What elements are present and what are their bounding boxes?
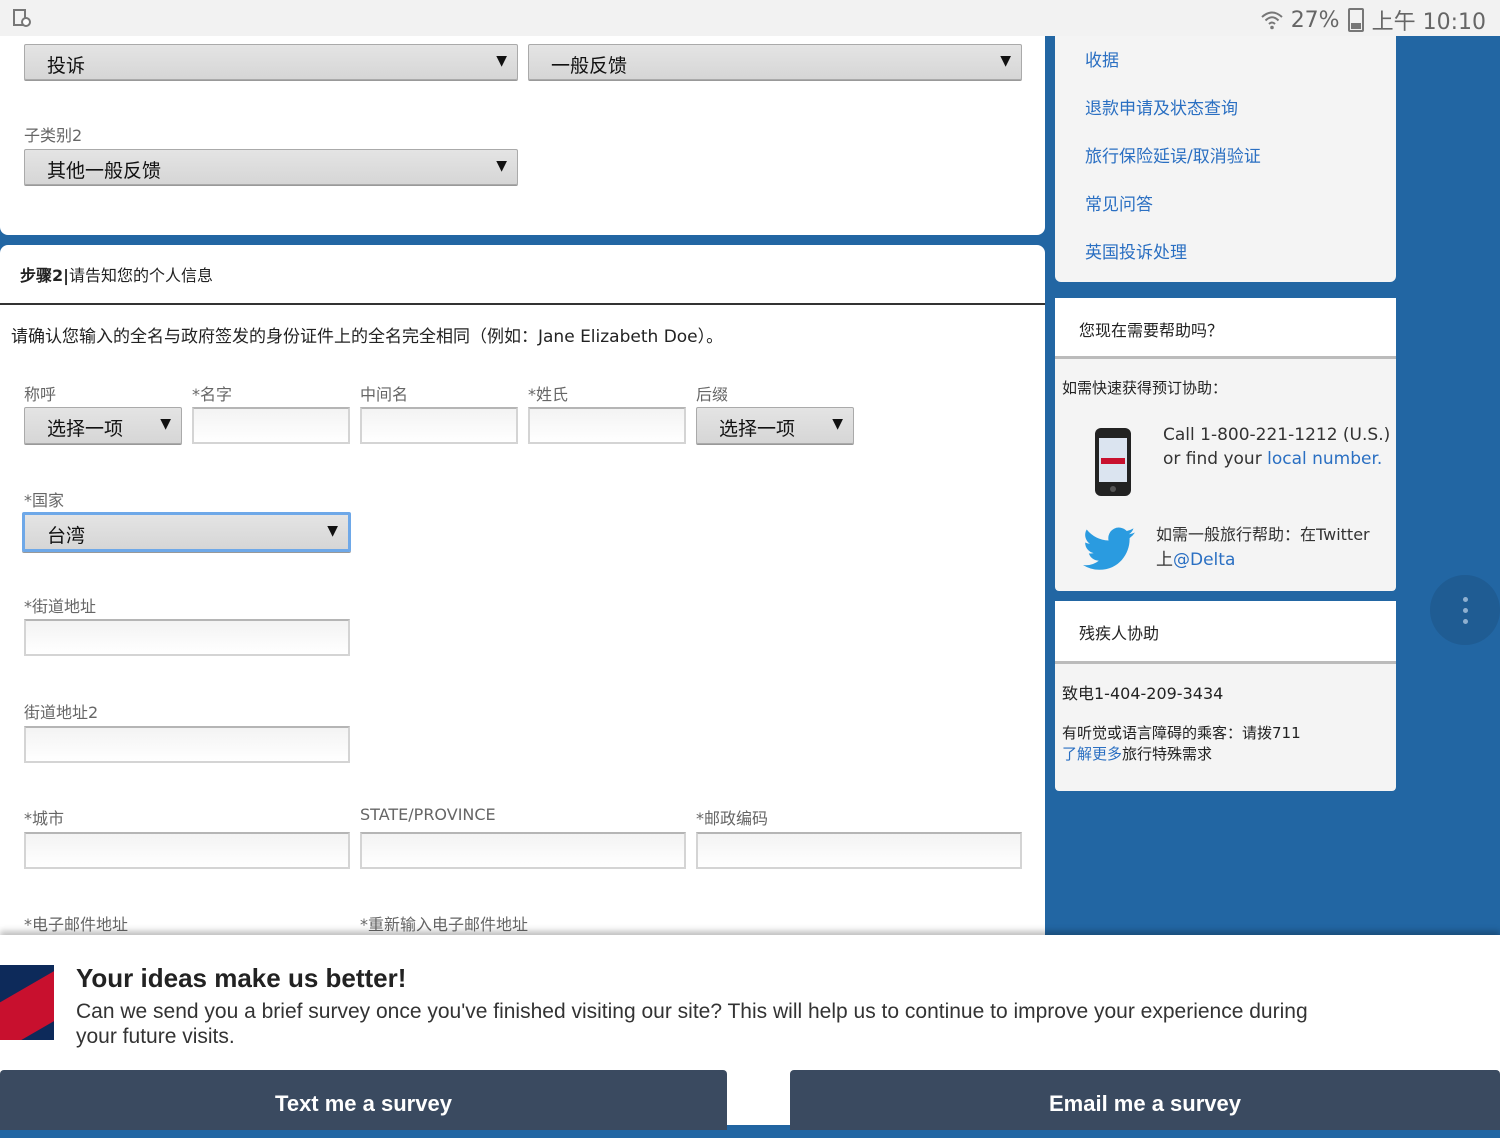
help-call-text: Call 1-800-221-1212 (U.S.) (1163, 425, 1391, 445)
twitter-icon (1083, 527, 1135, 570)
disability-panel: 残疾人协助 致电1-404-209-3434 有听觉或语言障碍的乘客：请拨711… (1055, 601, 1396, 791)
help-quick-text: 如需快速获得预订协助： (1062, 379, 1228, 397)
disability-title: 残疾人协助 (1079, 624, 1160, 643)
sidebar-link-insurance[interactable]: 旅行保险延误/取消验证 (1085, 142, 1261, 167)
more-options-button[interactable] (1430, 575, 1500, 645)
first-name-input[interactable] (192, 407, 350, 444)
survey-banner: Your ideas make us better! Can we send y… (0, 935, 1500, 1130)
phone-icon (1095, 428, 1131, 496)
disability-phone: 致电1-404-209-3434 (1062, 684, 1224, 703)
middle-name-label: 中间名 (360, 385, 409, 404)
country-select-value: 台湾 (47, 525, 86, 547)
status-icons: 27% 上午 10:10 (1261, 4, 1486, 36)
category-select-value: 投诉 (47, 55, 86, 77)
city-label: *城市 (24, 809, 65, 828)
prefix-select[interactable]: 选择一项 ▼ (24, 407, 182, 444)
text-survey-button[interactable]: Text me a survey (0, 1070, 727, 1130)
dropdown-arrow-icon: ▼ (327, 523, 338, 539)
last-name-label: *姓氏 (528, 385, 569, 404)
prefix-label: 称呼 (24, 385, 57, 404)
email-survey-button[interactable]: Email me a survey (790, 1070, 1500, 1130)
subcategory2-label: 子类别2 (24, 126, 83, 145)
help-twitter-line: 上@Delta (1156, 545, 1235, 570)
street-label: *街道地址 (24, 597, 97, 616)
learn-more-link[interactable]: 了解更多 (1062, 745, 1122, 763)
disability-hearing-text: 有听觉或语言障碍的乘客：请拨711 (1062, 724, 1301, 742)
help-twitter-prefix: 上 (1156, 550, 1173, 570)
survey-text: Can we send you a brief survey once you'… (76, 1000, 1308, 1048)
clock: 上午 10:10 (1371, 10, 1486, 35)
country-select[interactable]: 台湾 ▼ (22, 512, 351, 552)
subcategory-select-value: 一般反馈 (551, 55, 628, 77)
zip-input[interactable] (696, 832, 1022, 869)
sidebar-link-uk-complaints[interactable]: 英国投诉处理 (1085, 238, 1187, 263)
sidebar-link-receipts[interactable]: 收据 (1085, 46, 1119, 71)
disability-header: 残疾人协助 (1055, 601, 1396, 664)
state-label: STATE/PROVINCE (360, 805, 496, 824)
category-panel: 投诉 ▼ 一般反馈 ▼ 子类别2 其他一般反馈 ▼ (0, 36, 1045, 235)
category-select[interactable]: 投诉 ▼ (24, 44, 518, 80)
battery-icon (1347, 8, 1364, 32)
status-bar: 27% 上午 10:10 (0, 0, 1500, 36)
step2-header: 步骤2|请告知您的个人信息 (0, 245, 1045, 305)
street-input[interactable] (24, 619, 350, 656)
city-input[interactable] (24, 832, 350, 869)
dropdown-arrow-icon: ▼ (1000, 53, 1011, 69)
sidebar-links-panel: 收据 退款申请及状态查询 旅行保险延误/取消验证 常见问答 英国投诉处理 (1055, 36, 1396, 282)
battery-percent: 27% (1290, 7, 1340, 33)
state-input[interactable] (360, 832, 686, 869)
dropdown-arrow-icon: ▼ (832, 416, 843, 432)
personal-info-panel: 步骤2|请告知您的个人信息 请确认您输入的全名与政府签发的身份证件上的全名完全相… (0, 245, 1045, 935)
sidebar-link-refunds[interactable]: 退款申请及状态查询 (1085, 94, 1238, 119)
help-find-text: or find your local number. (1163, 449, 1382, 469)
help-title: 您现在需要帮助吗？ (1079, 321, 1224, 340)
step2-header-text: 步骤2|请告知您的个人信息 (20, 262, 213, 286)
learn-more-suffix: 旅行特殊需求 (1122, 745, 1213, 763)
dropdown-arrow-icon: ▼ (496, 158, 507, 174)
wifi-icon (1261, 11, 1283, 30)
prefix-select-value: 选择一项 (47, 418, 124, 440)
disability-learn-line: 了解更多旅行特殊需求 (1062, 743, 1212, 764)
email-confirm-label: *重新输入电子邮件地址 (360, 915, 529, 934)
subcategory2-select[interactable]: 其他一般反馈 ▼ (24, 149, 518, 185)
dropdown-arrow-icon: ▼ (496, 53, 507, 69)
screen-capture-icon (13, 9, 31, 27)
zip-label: *邮政编码 (696, 809, 769, 828)
help-header: 您现在需要帮助吗？ (1055, 298, 1396, 359)
dropdown-arrow-icon: ▼ (160, 416, 171, 432)
country-label: *国家 (24, 491, 65, 510)
suffix-label: 后缀 (696, 385, 729, 404)
help-panel: 您现在需要帮助吗？ 如需快速获得预订协助： Call 1-800-221-121… (1055, 298, 1396, 591)
sidebar-link-faq[interactable]: 常见问答 (1085, 190, 1153, 215)
subcategory2-select-value: 其他一般反馈 (47, 160, 162, 182)
step-title: 请告知您的个人信息 (68, 266, 213, 285)
local-number-link[interactable]: local number. (1267, 449, 1382, 469)
twitter-delta-link[interactable]: @Delta (1173, 550, 1235, 570)
step-number: 步骤2 (20, 266, 64, 285)
help-twitter-text: 如需一般旅行帮助：在Twitter (1156, 525, 1370, 544)
help-find-prefix: or find your (1163, 449, 1268, 469)
name-instruction: 请确认您输入的全名与政府签发的身份证件上的全名完全相同（例如：Jane Eliz… (11, 327, 724, 347)
middle-name-input[interactable] (360, 407, 518, 444)
suffix-select[interactable]: 选择一项 ▼ (696, 407, 854, 444)
subcategory-select[interactable]: 一般反馈 ▼ (528, 44, 1022, 80)
email-label: *电子邮件地址 (24, 915, 129, 934)
street2-label: 街道地址2 (24, 703, 99, 722)
survey-title: Your ideas make us better! (76, 963, 407, 993)
suffix-select-value: 选择一项 (719, 418, 796, 440)
last-name-input[interactable] (528, 407, 686, 444)
first-name-label: *名字 (192, 385, 233, 404)
street2-input[interactable] (24, 726, 350, 763)
delta-logo (0, 965, 54, 1040)
